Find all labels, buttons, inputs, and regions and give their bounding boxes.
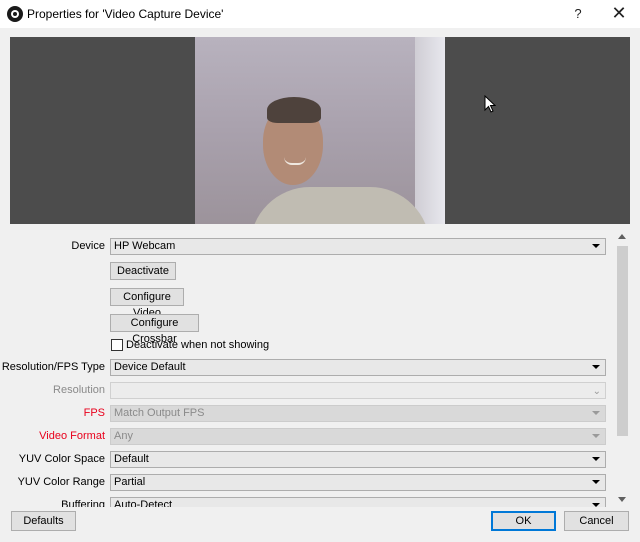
webcam-person-hair	[267, 97, 321, 123]
chevron-down-icon: ⌄	[592, 386, 601, 397]
properties-panel: Device HP Webcam Deactivate Configure Vi…	[0, 230, 614, 507]
resolution-fps-type-label: Resolution/FPS Type	[1, 361, 105, 373]
buffering-label: Buffering	[61, 499, 105, 507]
dropdown-arrow-icon	[592, 503, 600, 507]
window-title: Properties for 'Video Capture Device'	[27, 7, 224, 21]
close-button[interactable]: ✕	[604, 0, 634, 28]
buffering-select[interactable]: Auto-Detect	[110, 497, 606, 507]
properties-scrollbar[interactable]	[614, 230, 631, 507]
device-value: HP Webcam	[114, 240, 176, 252]
fps-select: Match Output FPS	[110, 405, 606, 422]
title-bar: Properties for 'Video Capture Device' ? …	[0, 0, 640, 28]
webcam-person-body	[250, 187, 430, 224]
scroll-up-arrow-icon[interactable]	[618, 234, 626, 239]
configure-crossbar-button[interactable]: Configure Crossbar	[110, 314, 199, 345]
video-preview	[10, 37, 630, 224]
video-format-select: Any	[110, 428, 606, 445]
yuv-color-space-select[interactable]: Default	[110, 451, 606, 468]
webcam-background-window	[415, 37, 445, 224]
defaults-button[interactable]: Defaults	[11, 511, 76, 531]
yuv-color-range-select[interactable]: Partial	[110, 474, 606, 491]
dropdown-arrow-icon	[592, 365, 600, 369]
deactivate-when-not-showing-label: Deactivate when not showing	[126, 339, 270, 351]
dropdown-arrow-icon	[592, 457, 600, 461]
cancel-button[interactable]: Cancel	[564, 511, 629, 531]
resolution-fps-type-value: Device Default	[114, 361, 186, 373]
help-button[interactable]: ?	[566, 0, 590, 28]
yuv-color-range-value: Partial	[114, 476, 146, 488]
yuv-color-range-label: YUV Color Range	[17, 476, 105, 488]
resolution-fps-type-select[interactable]: Device Default	[110, 359, 606, 376]
device-select[interactable]: HP Webcam	[110, 238, 606, 255]
resolution-label: Resolution	[53, 384, 105, 396]
video-format-value: Any	[114, 430, 133, 442]
configure-video-button[interactable]: Configure Video	[110, 288, 184, 319]
scroll-down-arrow-icon[interactable]	[618, 497, 626, 502]
yuv-color-space-value: Default	[114, 453, 149, 465]
dropdown-arrow-icon	[592, 434, 600, 438]
video-format-label: Video Format	[39, 430, 105, 442]
fps-label: FPS	[83, 407, 105, 419]
webcam-frame	[195, 37, 445, 224]
deactivate-when-not-showing-checkbox[interactable]	[111, 339, 123, 351]
obs-logo-icon	[7, 6, 23, 22]
fps-value: Match Output FPS	[114, 407, 205, 419]
yuv-color-space-label: YUV Color Space	[18, 453, 105, 465]
device-label: Device	[71, 240, 105, 252]
scrollbar-thumb[interactable]	[617, 246, 628, 436]
ok-button[interactable]: OK	[491, 511, 556, 531]
buffering-value: Auto-Detect	[114, 499, 173, 507]
resolution-combo: ⌄	[110, 382, 606, 399]
dropdown-arrow-icon	[592, 411, 600, 415]
deactivate-button[interactable]: Deactivate	[110, 262, 176, 280]
dropdown-arrow-icon	[592, 244, 600, 248]
dropdown-arrow-icon	[592, 480, 600, 484]
